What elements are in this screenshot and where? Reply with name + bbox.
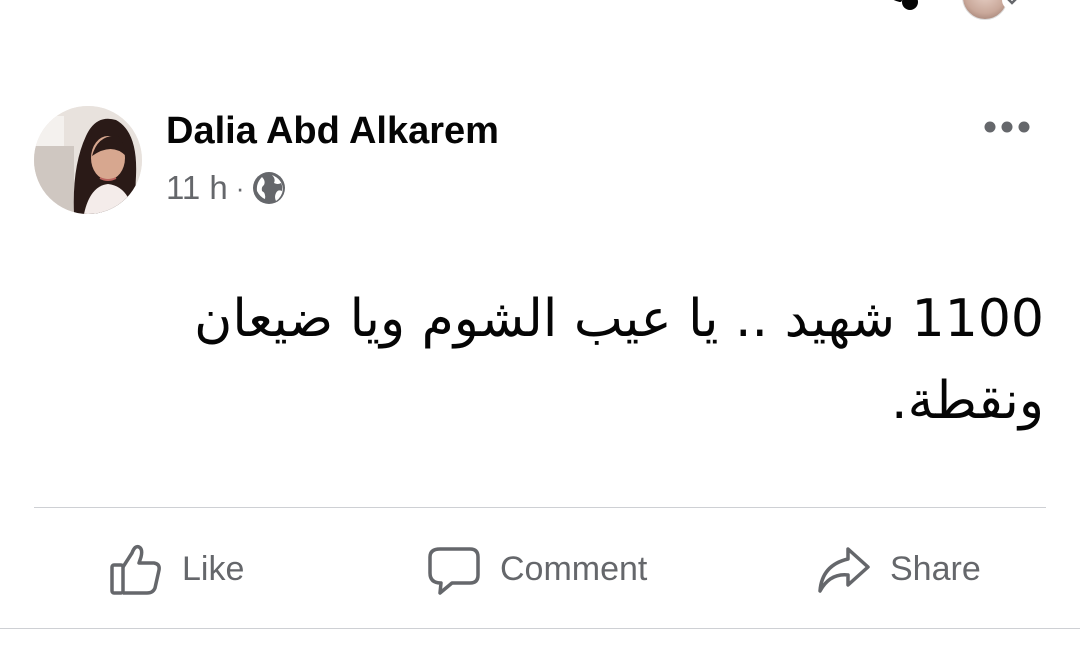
globe-icon	[253, 172, 286, 204]
more-options-icon	[984, 121, 1030, 133]
post-time[interactable]: 11 h	[166, 169, 228, 207]
share-label: Share	[890, 549, 981, 588]
share-arrow-icon	[818, 547, 870, 593]
messenger-icon[interactable]	[880, 0, 924, 12]
author-name[interactable]: Dalia Abd Alkarem	[166, 106, 499, 156]
post-text: 1100 شهيد .. يا عيب الشوم ويا ضيعان ونقط…	[84, 278, 1044, 442]
like-button[interactable]: Like	[108, 536, 244, 602]
post-meta: 11 h ·	[166, 166, 286, 210]
top-bar	[0, 0, 1080, 20]
divider	[34, 507, 1046, 508]
like-label: Like	[182, 549, 245, 588]
post-text-line-1: 1100 شهيد .. يا عيب الشوم ويا ضيعان	[194, 289, 1044, 349]
share-button[interactable]: Share	[816, 536, 981, 602]
meta-separator: ·	[235, 172, 245, 203]
back-arrow-icon[interactable]	[58, 0, 82, 10]
post-text-line-2: ونقطة.	[891, 371, 1044, 431]
chevron-down-icon[interactable]	[1002, 0, 1022, 10]
divider	[0, 628, 1080, 629]
author-photo	[34, 106, 142, 214]
comment-label: Comment	[500, 549, 648, 588]
comment-button[interactable]: Comment	[426, 536, 647, 602]
speech-bubble-icon	[428, 547, 480, 595]
author-avatar[interactable]	[34, 106, 142, 214]
thumbs-up-icon	[110, 544, 161, 595]
more-options-button[interactable]	[978, 108, 1036, 146]
